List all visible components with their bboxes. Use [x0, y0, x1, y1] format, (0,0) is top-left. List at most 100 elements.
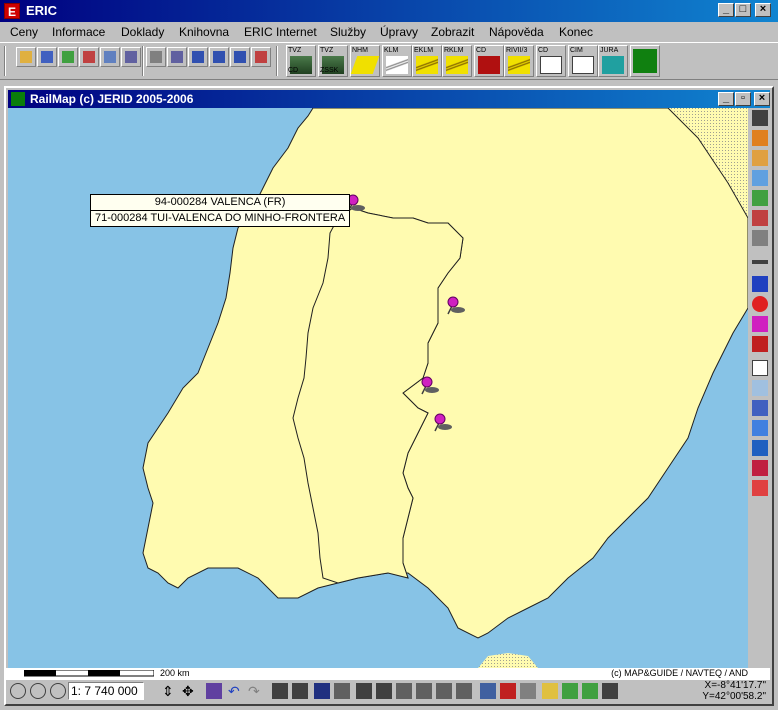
menu-konec[interactable]: Konec [559, 25, 593, 39]
railmap-window: RailMap (c) JERID 2005-2006 _ ▫ × 94-000… [4, 86, 774, 706]
toolbar-separator [142, 46, 144, 76]
checklist-icon[interactable] [752, 400, 768, 416]
tvz-zssk-button[interactable]: TVZ ZSSK [318, 45, 348, 77]
document-alert-icon[interactable] [582, 683, 598, 699]
eklm-icon [416, 56, 438, 74]
menu-ceny[interactable]: Ceny [10, 25, 38, 39]
station-list-icon[interactable] [436, 683, 452, 699]
cim-button[interactable]: CIM [568, 45, 598, 77]
page-icon[interactable] [752, 360, 768, 376]
up-down-icon[interactable]: ⇕ [162, 683, 178, 699]
cd-train-button[interactable]: CD [474, 45, 504, 77]
tvz-cd-button[interactable]: TVZ CD [286, 45, 316, 77]
network-2-icon[interactable] [167, 47, 187, 67]
rail-line-icon[interactable] [752, 260, 768, 264]
undo-icon[interactable]: ↶ [228, 683, 244, 699]
copy-icon[interactable] [752, 380, 768, 396]
flag-red-icon[interactable] [752, 460, 768, 476]
map-view[interactable]: 94-000284 VALENCA (FR) 71-000284 TUI-VAL… [8, 108, 748, 668]
compass-icon[interactable] [520, 683, 536, 699]
binoculars-icon[interactable] [376, 683, 392, 699]
menu-upravy[interactable]: Úpravy [380, 25, 418, 39]
cd-docs-button[interactable]: CD [536, 45, 566, 77]
save-icon[interactable] [314, 683, 330, 699]
station-search-icon[interactable] [416, 683, 432, 699]
menu-napoveda[interactable]: Nápověda [489, 25, 544, 39]
print-icon[interactable] [292, 683, 308, 699]
vehicle-icon[interactable] [480, 683, 496, 699]
tvz-zssk-label-bottom: ZSSK [320, 67, 339, 74]
zoom-out-icon[interactable] [30, 683, 46, 699]
jura-button[interactable]: JURA [598, 45, 628, 77]
pin-icon[interactable] [752, 316, 768, 332]
klm-button[interactable]: KLM [382, 45, 412, 77]
child-minimize-button[interactable]: _ [718, 92, 734, 106]
map-copyright: (c) MAP&GUIDE / NAVTEQ / AND [611, 668, 748, 678]
search-icon[interactable] [100, 47, 120, 67]
pointer-icon[interactable] [602, 683, 618, 699]
close-button[interactable]: × [755, 3, 771, 17]
open-folder-icon[interactable] [542, 683, 558, 699]
road-icon[interactable] [752, 210, 768, 226]
zoom-in-icon[interactable] [10, 683, 26, 699]
menu-sluzby[interactable]: Služby [330, 25, 366, 39]
new-document-icon[interactable] [16, 47, 36, 67]
camera-icon[interactable] [272, 683, 288, 699]
menu-informace[interactable]: Informace [52, 25, 105, 39]
child-restore-button[interactable]: ▫ [735, 92, 751, 106]
pan-icon[interactable]: ✥ [182, 683, 198, 699]
minimize-button[interactable]: _ [718, 3, 734, 17]
exit-icon[interactable] [251, 47, 271, 67]
tooltip-line-1: 94-000284 VALENCA (FR) [91, 195, 350, 211]
home-icon[interactable] [58, 47, 78, 67]
line-tool-icon[interactable] [752, 130, 768, 146]
child-close-button[interactable]: × [754, 92, 770, 106]
menu-knihovna[interactable]: Knihovna [179, 25, 229, 39]
water-icon[interactable] [752, 170, 768, 186]
calculator-icon[interactable] [79, 47, 99, 67]
menu-eric-internet[interactable]: ERIC Internet [244, 25, 317, 39]
layout-icon[interactable] [188, 47, 208, 67]
export-icon[interactable] [562, 683, 578, 699]
zoom-scale-input[interactable]: 1: 7 740 000 [68, 682, 144, 700]
rklm-button[interactable]: RKLM [442, 45, 472, 77]
eric-app-icon[interactable]: E [4, 3, 20, 19]
record-icon[interactable] [752, 296, 768, 312]
coord-x: X=-8°41'17.7" [704, 680, 766, 691]
select-icon[interactable] [206, 683, 222, 699]
flag-icon[interactable] [752, 276, 768, 292]
grid-icon[interactable] [230, 47, 250, 67]
find-icon[interactable] [356, 683, 372, 699]
klm-icon [386, 56, 408, 74]
stations-icon[interactable] [396, 683, 412, 699]
open-window-icon[interactable] [37, 47, 57, 67]
delete-icon[interactable] [752, 480, 768, 496]
send-icon[interactable] [752, 440, 768, 456]
table-icon[interactable] [209, 47, 229, 67]
forward-icon[interactable] [752, 420, 768, 436]
nhm-button[interactable]: NHM [350, 45, 380, 77]
railmap-title: RailMap (c) JERID 2005-2006 [30, 92, 194, 106]
measure-icon[interactable] [456, 683, 472, 699]
eklm-label: EKLM [414, 47, 434, 54]
properties-icon[interactable] [334, 683, 350, 699]
menu-zobrazit[interactable]: Zobrazit [431, 25, 474, 39]
riv-button[interactable]: RIVII/3 [504, 45, 534, 77]
network-icon[interactable] [121, 47, 141, 67]
maximize-button[interactable]: □ [735, 3, 751, 17]
scale-spinner-icon[interactable] [146, 683, 156, 699]
eklm-button[interactable]: EKLM [412, 45, 442, 77]
terrain-icon[interactable] [752, 150, 768, 166]
hatch-icon[interactable] [752, 110, 768, 126]
crosshair-icon[interactable] [50, 683, 66, 699]
menu-doklady[interactable]: Doklady [121, 25, 164, 39]
redo-icon[interactable]: ↷ [248, 683, 264, 699]
building-icon[interactable] [752, 230, 768, 246]
route-icon[interactable] [752, 336, 768, 352]
rklm-icon [446, 56, 468, 74]
railmap-button[interactable] [630, 45, 660, 77]
map-canvas [8, 108, 748, 668]
phone-icon[interactable] [146, 47, 166, 67]
draw-route-icon[interactable] [500, 683, 516, 699]
forest-icon[interactable] [752, 190, 768, 206]
